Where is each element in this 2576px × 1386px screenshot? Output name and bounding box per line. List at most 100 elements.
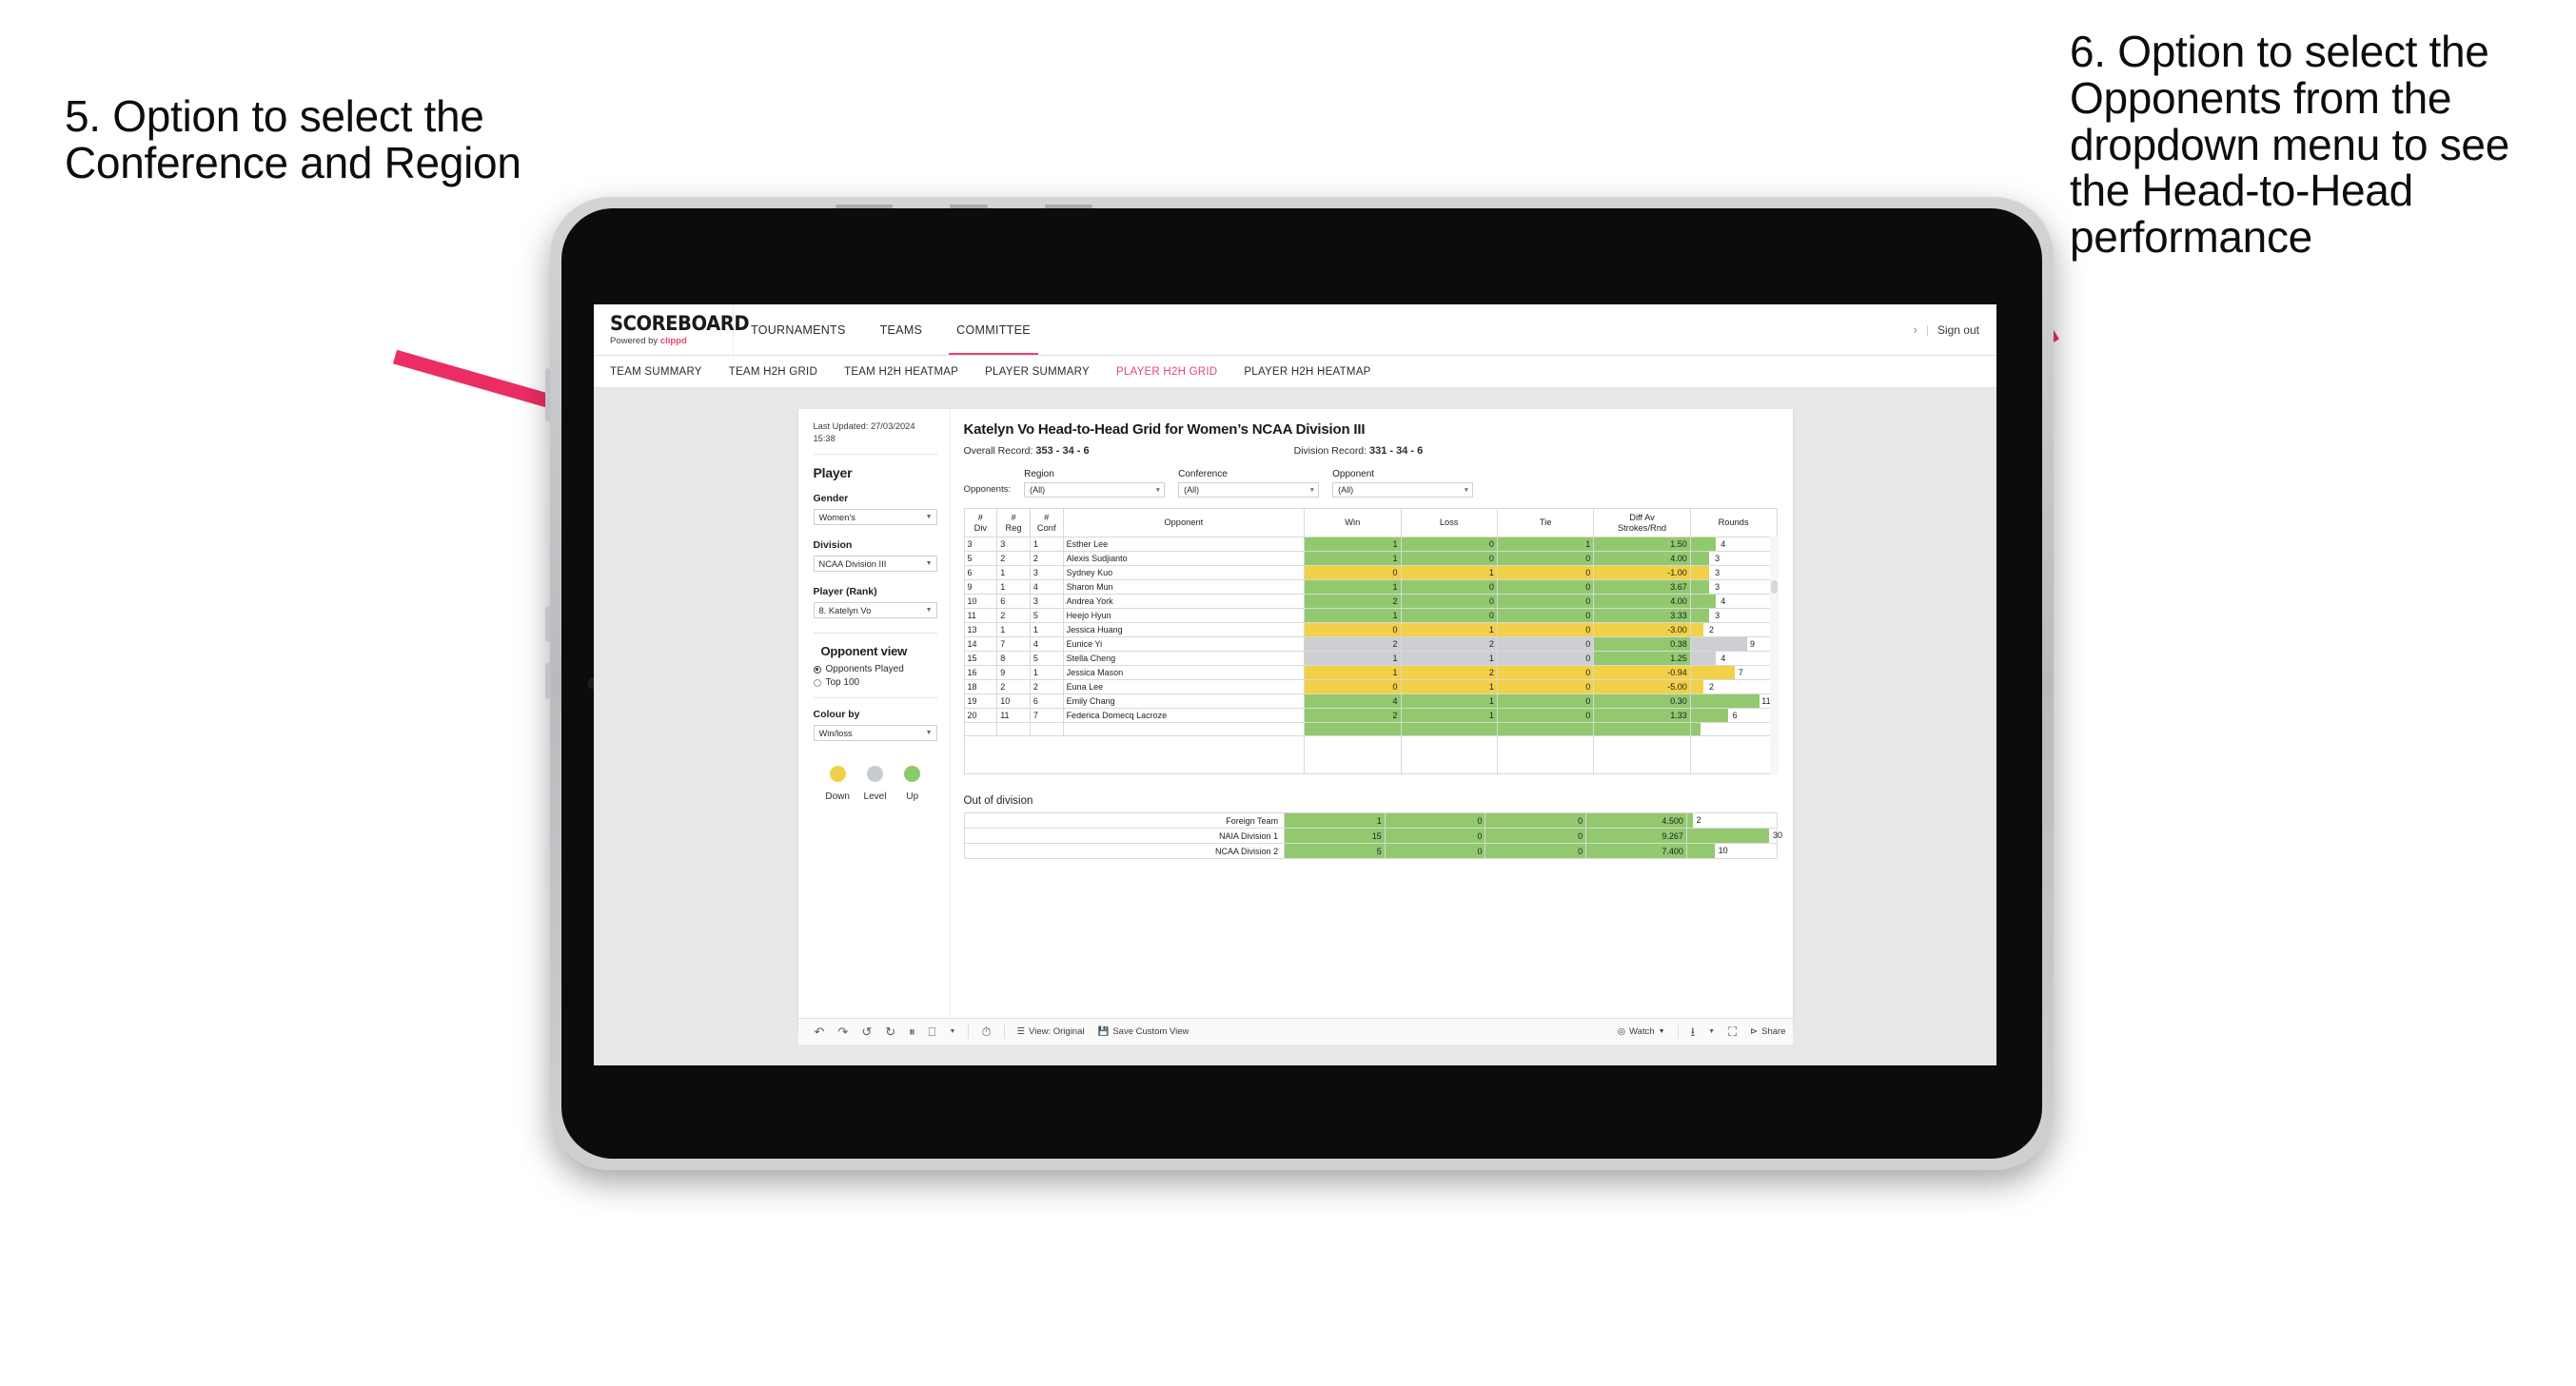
table-row[interactable]: 9 1 4 Sharon Mun 1 0 0 3.67 3	[963, 579, 1778, 595]
region-select[interactable]: (All) ▼	[1024, 482, 1166, 498]
nav-item-tournaments[interactable]: TOURNAMENTS	[734, 304, 863, 355]
cell-reg: 8	[996, 651, 1031, 666]
tablet-volume-down-button[interactable]	[545, 663, 551, 699]
brand-logo[interactable]: SCOREBOARD Powered by clippd	[594, 304, 750, 355]
division-select[interactable]: NCAA Division III ▼	[813, 556, 937, 573]
filter-conference-label: Conference	[1178, 469, 1228, 479]
table-row-partial[interactable]	[963, 722, 1778, 736]
rounds-value: 10	[1718, 846, 1728, 855]
out-of-division-row[interactable]: NCAA Division 2 5 0 0 7.400 10	[963, 843, 1778, 859]
tablet-volume-up-button[interactable]	[545, 606, 551, 642]
tab-player-h2h-grid[interactable]: PLAYER H2H GRID	[1116, 366, 1217, 378]
gender-select[interactable]: Women’s ▼	[813, 509, 937, 526]
save-custom-view-button[interactable]: 💾 Save Custom View	[1091, 1026, 1195, 1037]
col-tie[interactable]: Tie	[1496, 508, 1595, 537]
revert-icon[interactable]: ↺	[855, 1025, 878, 1038]
redo-icon[interactable]: ↷	[831, 1025, 855, 1038]
col-loss[interactable]: Loss	[1400, 508, 1498, 537]
conference-select[interactable]: (All) ▼	[1178, 482, 1320, 498]
cell-rounds: 3	[1689, 579, 1778, 595]
view-original-button[interactable]: ☰ View: Original	[1011, 1026, 1091, 1037]
table-row[interactable]: 20 11 7 Federica Domecq Lacroze 2 1 0 1.33 6	[963, 708, 1778, 723]
legend-down: Down	[819, 766, 856, 802]
sign-out-link[interactable]: Sign out	[1937, 323, 1979, 337]
cell-rounds: 3	[1689, 608, 1778, 623]
cell-opponent: Stella Cheng	[1062, 651, 1306, 666]
filter-division-label: Division	[813, 539, 853, 552]
cell-win: 2	[1304, 636, 1402, 652]
col-div[interactable]: # Div	[963, 508, 998, 537]
tab-player-h2h-heatmap[interactable]: PLAYER H2H HEATMAP	[1244, 366, 1370, 378]
cell-reg: 2	[996, 608, 1031, 623]
cell-conf: 1	[1029, 622, 1064, 637]
table-row[interactable]: 15 8 5 Stella Cheng 1 1 0 1.25 4	[963, 651, 1778, 666]
h2h-grid-table: # Div # Reg # Conf Opponent Win Loss Tie Di…	[963, 508, 1778, 774]
cell-win: 1	[1304, 579, 1402, 595]
undo-icon[interactable]: ↶	[808, 1025, 832, 1038]
table-row[interactable]: 19 10 6 Emily Chang 4 1 0 0.30 11	[963, 693, 1778, 709]
out-of-division-row[interactable]: Foreign Team 1 0 0 4.500 2	[963, 812, 1778, 829]
rounds-bar	[1690, 552, 1710, 565]
empty-cell	[1689, 735, 1778, 774]
out-of-division-row[interactable]: NAIA Division 1 15 0 0 9.267 30	[963, 828, 1782, 844]
filter-player-rank: Player (Rank) 8. Katelyn Vo ▼	[813, 586, 937, 619]
col-rounds[interactable]: Rounds	[1689, 508, 1778, 537]
table-row[interactable]: 11 2 5 Heejo Hyun 1 0 0 3.33 3	[963, 608, 1778, 623]
cell-win: 15	[1284, 828, 1386, 844]
table-row[interactable]: 6 1 3 Sydney Kuo 0 1 0 -1.00 3	[963, 565, 1778, 580]
cell-tie: 0	[1485, 843, 1587, 859]
chevron-down-icon[interactable]: ▼	[1701, 1028, 1721, 1035]
cell-loss: 1	[1400, 693, 1498, 709]
nav-item-teams[interactable]: TEAMS	[863, 304, 940, 355]
clippd-name: clippd	[659, 335, 687, 346]
division-value: NCAA Division III	[818, 558, 887, 569]
tab-team-h2h-grid[interactable]: TEAM H2H GRID	[729, 366, 817, 378]
opponent-select[interactable]: (All) ▼	[1332, 482, 1474, 498]
player-rank-select[interactable]: 8. Katelyn Vo ▼	[813, 602, 937, 619]
tab-player-summary[interactable]: PLAYER SUMMARY	[985, 366, 1090, 378]
watch-button[interactable]: ◎ Watch ▼	[1611, 1026, 1672, 1037]
chevron-right-icon[interactable]: ›	[1913, 322, 1917, 337]
table-row[interactable]: 16 9 1 Jessica Mason 1 2 0 -0.94 7	[963, 665, 1778, 680]
cell-opponent: Sharon Mun	[1062, 579, 1306, 595]
col-diff[interactable]: Diff Av Strokes/Rnd	[1593, 508, 1691, 537]
nav-item-committee[interactable]: COMMITTEE	[939, 304, 1048, 355]
device-layout-icon[interactable]: ⎕	[922, 1025, 943, 1038]
cell-div: 3	[963, 537, 998, 552]
sub-navigation-tabs: TEAM SUMMARY TEAM H2H GRID TEAM H2H HEAT…	[594, 356, 1996, 388]
table-row[interactable]: 18 2 2 Euna Lee 0 1 0 -5.00 2	[963, 679, 1778, 694]
download-icon[interactable]: ⭳	[1684, 1025, 1702, 1038]
table-row[interactable]: 14 7 4 Eunice Yi 2 2 0 0.38 9	[963, 636, 1778, 652]
col-conf[interactable]: # Conf	[1029, 508, 1064, 537]
chevron-down-icon: ▼	[925, 607, 933, 615]
clock-history-icon[interactable]: ⏱	[974, 1025, 997, 1038]
cell-opponent: Emily Chang	[1062, 693, 1306, 709]
col-win[interactable]: Win	[1304, 508, 1402, 537]
cell-diff: 1.50	[1593, 537, 1691, 552]
chevron-down-icon[interactable]: ▼	[942, 1028, 962, 1035]
cell-loss: 2	[1400, 636, 1498, 652]
radio-unselected-icon	[813, 678, 821, 687]
radio-top-100[interactable]: Top 100	[813, 677, 937, 688]
col-reg[interactable]: # Reg	[996, 508, 1031, 537]
scrollbar-thumb[interactable]	[1770, 580, 1778, 594]
table-vertical-scrollbar[interactable]	[1769, 537, 1779, 774]
refresh-icon[interactable]: ↻	[878, 1025, 902, 1038]
cell-win: 2	[1304, 594, 1402, 609]
cell-conf: 1	[1029, 537, 1064, 552]
share-button[interactable]: ⊳ Share	[1743, 1026, 1792, 1037]
cell-tie	[1496, 722, 1595, 736]
rounds-bar	[1690, 666, 1735, 679]
table-row[interactable]: 5 2 2 Alexis Sudjianto 1 0 0 4.00 3	[963, 551, 1778, 566]
tablet-power-button[interactable]	[545, 368, 551, 421]
table-row[interactable]: 10 6 3 Andrea York 2 0 0 4.00 4	[963, 594, 1778, 609]
table-row[interactable]: 3 3 1 Esther Lee 1 0 1 1.50 4	[963, 537, 1778, 552]
col-opponent[interactable]: Opponent	[1062, 508, 1306, 537]
pause-updates-icon[interactable]: ⏸	[902, 1025, 922, 1038]
table-row[interactable]: 13 1 1 Jessica Huang 0 1 0 -3.00 2	[963, 622, 1778, 637]
tab-team-summary[interactable]: TEAM SUMMARY	[610, 366, 702, 378]
colour-by-select[interactable]: Win/loss ▼	[813, 725, 937, 742]
radio-opponents-played[interactable]: Opponents Played	[813, 664, 937, 674]
tab-team-h2h-heatmap[interactable]: TEAM H2H HEATMAP	[844, 366, 958, 378]
fullscreen-icon[interactable]: ⛶	[1721, 1025, 1743, 1038]
